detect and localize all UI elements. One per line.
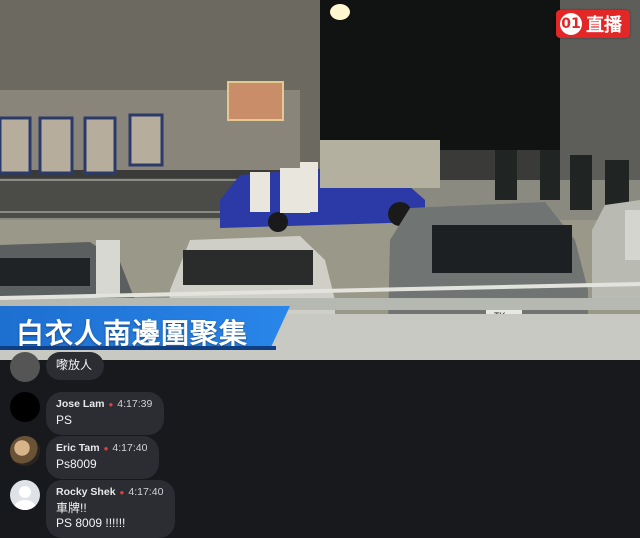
- commenter-name[interactable]: Jose Lam: [56, 398, 104, 410]
- commenter-name[interactable]: Rocky Shek: [56, 486, 116, 498]
- comment-text: PS: [56, 413, 73, 427]
- live-label: 直播: [586, 15, 622, 35]
- user-avatar-icon[interactable]: [10, 436, 40, 466]
- comment-text: 嚟放人: [56, 358, 93, 372]
- comment-item: Jose Lam ● 4:17:39 PS: [10, 392, 165, 435]
- comment-item: 嚟放人: [10, 352, 105, 382]
- comment-time: 4:17:40: [112, 442, 148, 454]
- commenter-name[interactable]: Eric Tam: [56, 442, 100, 454]
- live-badge: 01 直播: [556, 10, 630, 38]
- comment-text: 車牌!! PS 8009 !!!!!!: [56, 501, 126, 530]
- hk01-logo-icon: 01: [560, 13, 582, 35]
- comment-bubble: 嚟放人: [46, 352, 105, 380]
- default-user-avatar-icon[interactable]: [10, 480, 40, 510]
- comment-bubble: Eric Tam ● 4:17:40 Ps8009: [46, 436, 160, 479]
- comment-time: 4:17:40: [128, 486, 164, 498]
- caption-underline: [0, 346, 276, 350]
- comment-item: Eric Tam ● 4:17:40 Ps8009: [10, 436, 160, 479]
- user-avatar-icon[interactable]: [10, 392, 40, 422]
- comment-time: 4:17:39: [117, 398, 153, 410]
- comment-bubble: Jose Lam ● 4:17:39 PS: [46, 392, 165, 435]
- comment-item: Rocky Shek ● 4:17:40 車牌!! PS 8009 !!!!!!: [10, 480, 176, 538]
- user-avatar-icon[interactable]: [10, 352, 40, 382]
- livestream-video[interactable]: TK 01 直播 白衣人南邊圍聚集: [0, 0, 640, 360]
- live-dot-icon: ●: [119, 487, 125, 497]
- live-dot-icon: ●: [108, 399, 114, 409]
- live-comments-panel: 嚟放人 Jose Lam ● 4:17:39 PS Eric Tam ● 4:1…: [0, 352, 640, 538]
- comment-text: Ps8009: [56, 457, 97, 471]
- live-dot-icon: ●: [103, 443, 109, 453]
- news-caption-bar: 白衣人南邊圍聚集: [0, 306, 290, 350]
- comment-bubble: Rocky Shek ● 4:17:40 車牌!! PS 8009 !!!!!!: [46, 480, 176, 538]
